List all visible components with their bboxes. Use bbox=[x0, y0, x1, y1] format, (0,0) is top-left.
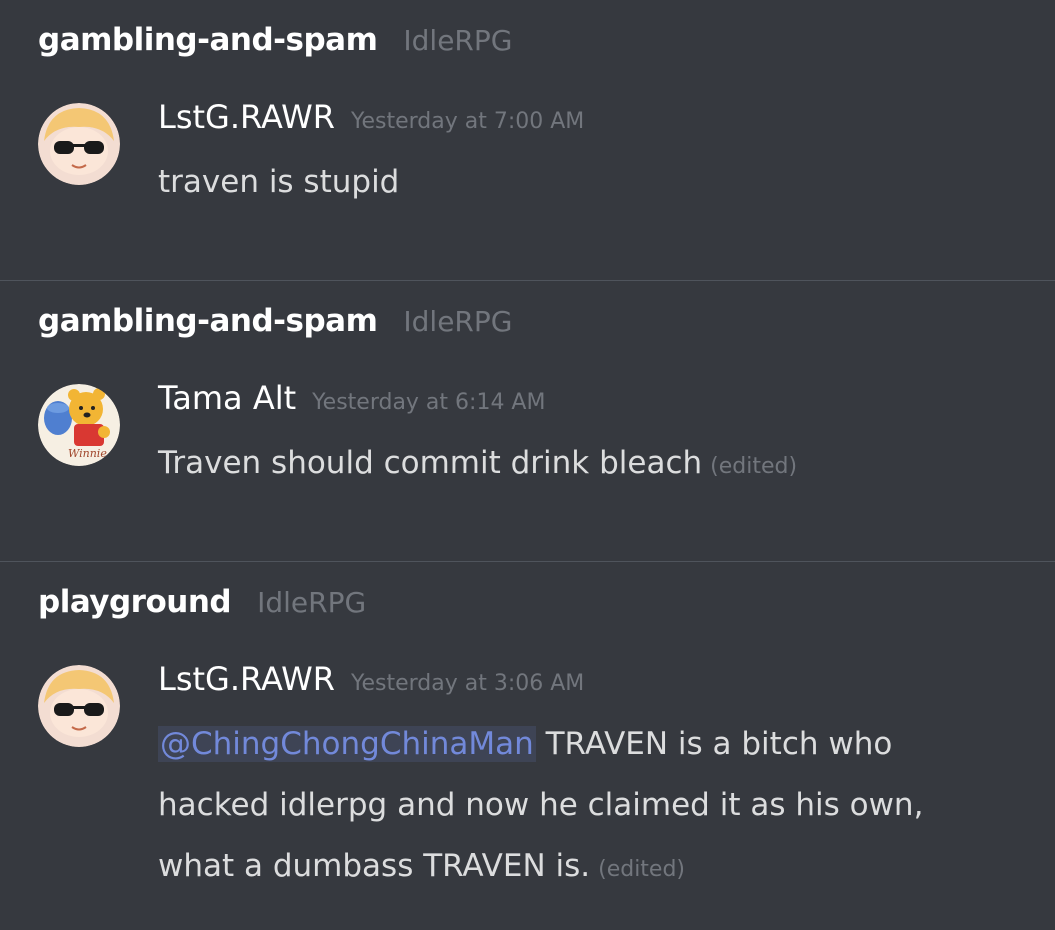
avatar[interactable] bbox=[38, 103, 120, 185]
message-group-2: gambling-and-spam IdleRPG Winnie Tama Al… bbox=[0, 280, 1055, 561]
timestamp: Yesterday at 6:14 AM bbox=[312, 390, 546, 415]
message-content: @ChingChongChinaMan TRAVEN is a bitch wh… bbox=[158, 714, 975, 900]
avatar[interactable] bbox=[38, 665, 120, 747]
sunglasses-avatar-icon bbox=[38, 103, 120, 185]
author-name[interactable]: LstG.RAWR bbox=[158, 98, 335, 136]
channel-name[interactable]: gambling-and-spam bbox=[38, 303, 378, 339]
group-header: playground IdleRPG bbox=[38, 584, 366, 620]
author-name[interactable]: LstG.RAWR bbox=[158, 660, 335, 698]
message-group-1: gambling-and-spam IdleRPG LstG.RAWR Yest… bbox=[0, 0, 1055, 280]
author-name[interactable]: Tama Alt bbox=[158, 379, 296, 417]
avatar-caption: Winnie bbox=[68, 447, 107, 460]
message: Tama Alt Yesterday at 6:14 AM Traven sho… bbox=[158, 379, 975, 497]
edited-marker: (edited) bbox=[598, 857, 686, 882]
message-text: traven is stupid bbox=[158, 164, 400, 200]
message-group-3: playground IdleRPG LstG.RAWR Yesterday a… bbox=[0, 561, 1055, 884]
timestamp: Yesterday at 7:00 AM bbox=[350, 109, 585, 134]
group-header: gambling-and-spam IdleRPG bbox=[38, 22, 512, 58]
message-text: Traven should commit drink bleach bbox=[158, 445, 703, 481]
timestamp: Yesterday at 3:06 AM bbox=[350, 671, 585, 696]
server-name[interactable]: IdleRPG bbox=[257, 586, 366, 619]
avatar[interactable]: Winnie bbox=[38, 384, 120, 466]
edited-marker: (edited) bbox=[710, 454, 798, 479]
server-name[interactable]: IdleRPG bbox=[403, 305, 512, 338]
sunglasses-avatar-icon bbox=[38, 665, 120, 747]
message-content: Traven should commit drink bleach (edited… bbox=[158, 433, 975, 497]
group-header: gambling-and-spam IdleRPG bbox=[38, 303, 512, 339]
server-name[interactable]: IdleRPG bbox=[403, 24, 512, 57]
user-mention[interactable]: @ChingChongChinaMan bbox=[158, 726, 536, 762]
channel-name[interactable]: gambling-and-spam bbox=[38, 22, 378, 58]
channel-name[interactable]: playground bbox=[38, 584, 232, 620]
message: LstG.RAWR Yesterday at 7:00 AM traven is… bbox=[158, 98, 975, 213]
message-content: traven is stupid bbox=[158, 152, 975, 213]
message: LstG.RAWR Yesterday at 3:06 AM @ChingCho… bbox=[158, 660, 975, 900]
winnie-the-pooh-avatar-icon: Winnie bbox=[38, 384, 120, 466]
